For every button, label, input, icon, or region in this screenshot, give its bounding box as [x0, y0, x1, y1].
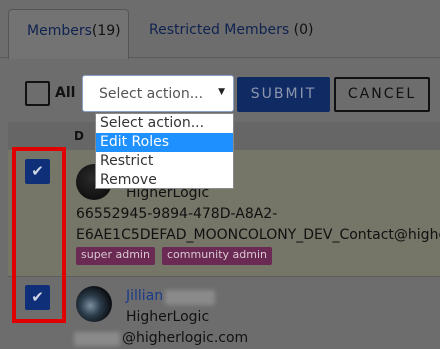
redacted-email-user	[74, 332, 120, 346]
bulk-action-select[interactable]: Select action... ▼	[82, 75, 234, 112]
select-all-checkbox[interactable]	[25, 81, 50, 106]
column-header-display-name: D	[74, 129, 84, 143]
member-org: HigherLogic	[126, 309, 210, 325]
caret-down-icon: ▼	[218, 87, 225, 97]
member-id-line2: E6AE1C5DEFAD_MOONCOLONY_DEV_Contact@high…	[76, 227, 440, 243]
tab-restricted-members[interactable]: Restricted Members (0)	[149, 9, 313, 59]
dropdown-option-restrict[interactable]: Restrict	[96, 152, 233, 171]
selection-highlight-box	[12, 147, 66, 323]
dropdown-option-remove[interactable]: Remove	[96, 171, 233, 190]
redacted-surname	[165, 290, 215, 305]
cancel-button[interactable]: CANCEL	[334, 77, 430, 112]
tab-members[interactable]: Members(19)	[8, 9, 129, 59]
tab-restricted-label: Restricted Members	[149, 22, 290, 38]
member-id-line1: 66552945-9894-478D-A8A2-	[76, 206, 278, 222]
dropdown-option-select-action[interactable]: Select action...	[96, 114, 233, 133]
tab-members-count: (19)	[91, 23, 121, 39]
tab-bar: Members(19) Restricted Members (0)	[0, 0, 440, 59]
avatar	[76, 286, 112, 322]
role-badge: super admin	[76, 247, 155, 265]
select-all-label: All	[55, 85, 76, 101]
submit-button[interactable]: SUBMIT	[237, 77, 330, 112]
tab-restricted-count: (0)	[293, 22, 314, 38]
dropdown-option-edit-roles[interactable]: Edit Roles	[96, 133, 233, 152]
member-email: @higherlogic.com	[122, 330, 249, 346]
member-name-link[interactable]: Jillian	[126, 288, 163, 304]
role-badge: community admin	[162, 247, 272, 265]
tab-members-label: Members	[27, 23, 92, 39]
bulk-action-select-value: Select action...	[99, 86, 204, 102]
bulk-action-dropdown-menu: Select action... Edit Roles Restrict Rem…	[95, 113, 234, 189]
